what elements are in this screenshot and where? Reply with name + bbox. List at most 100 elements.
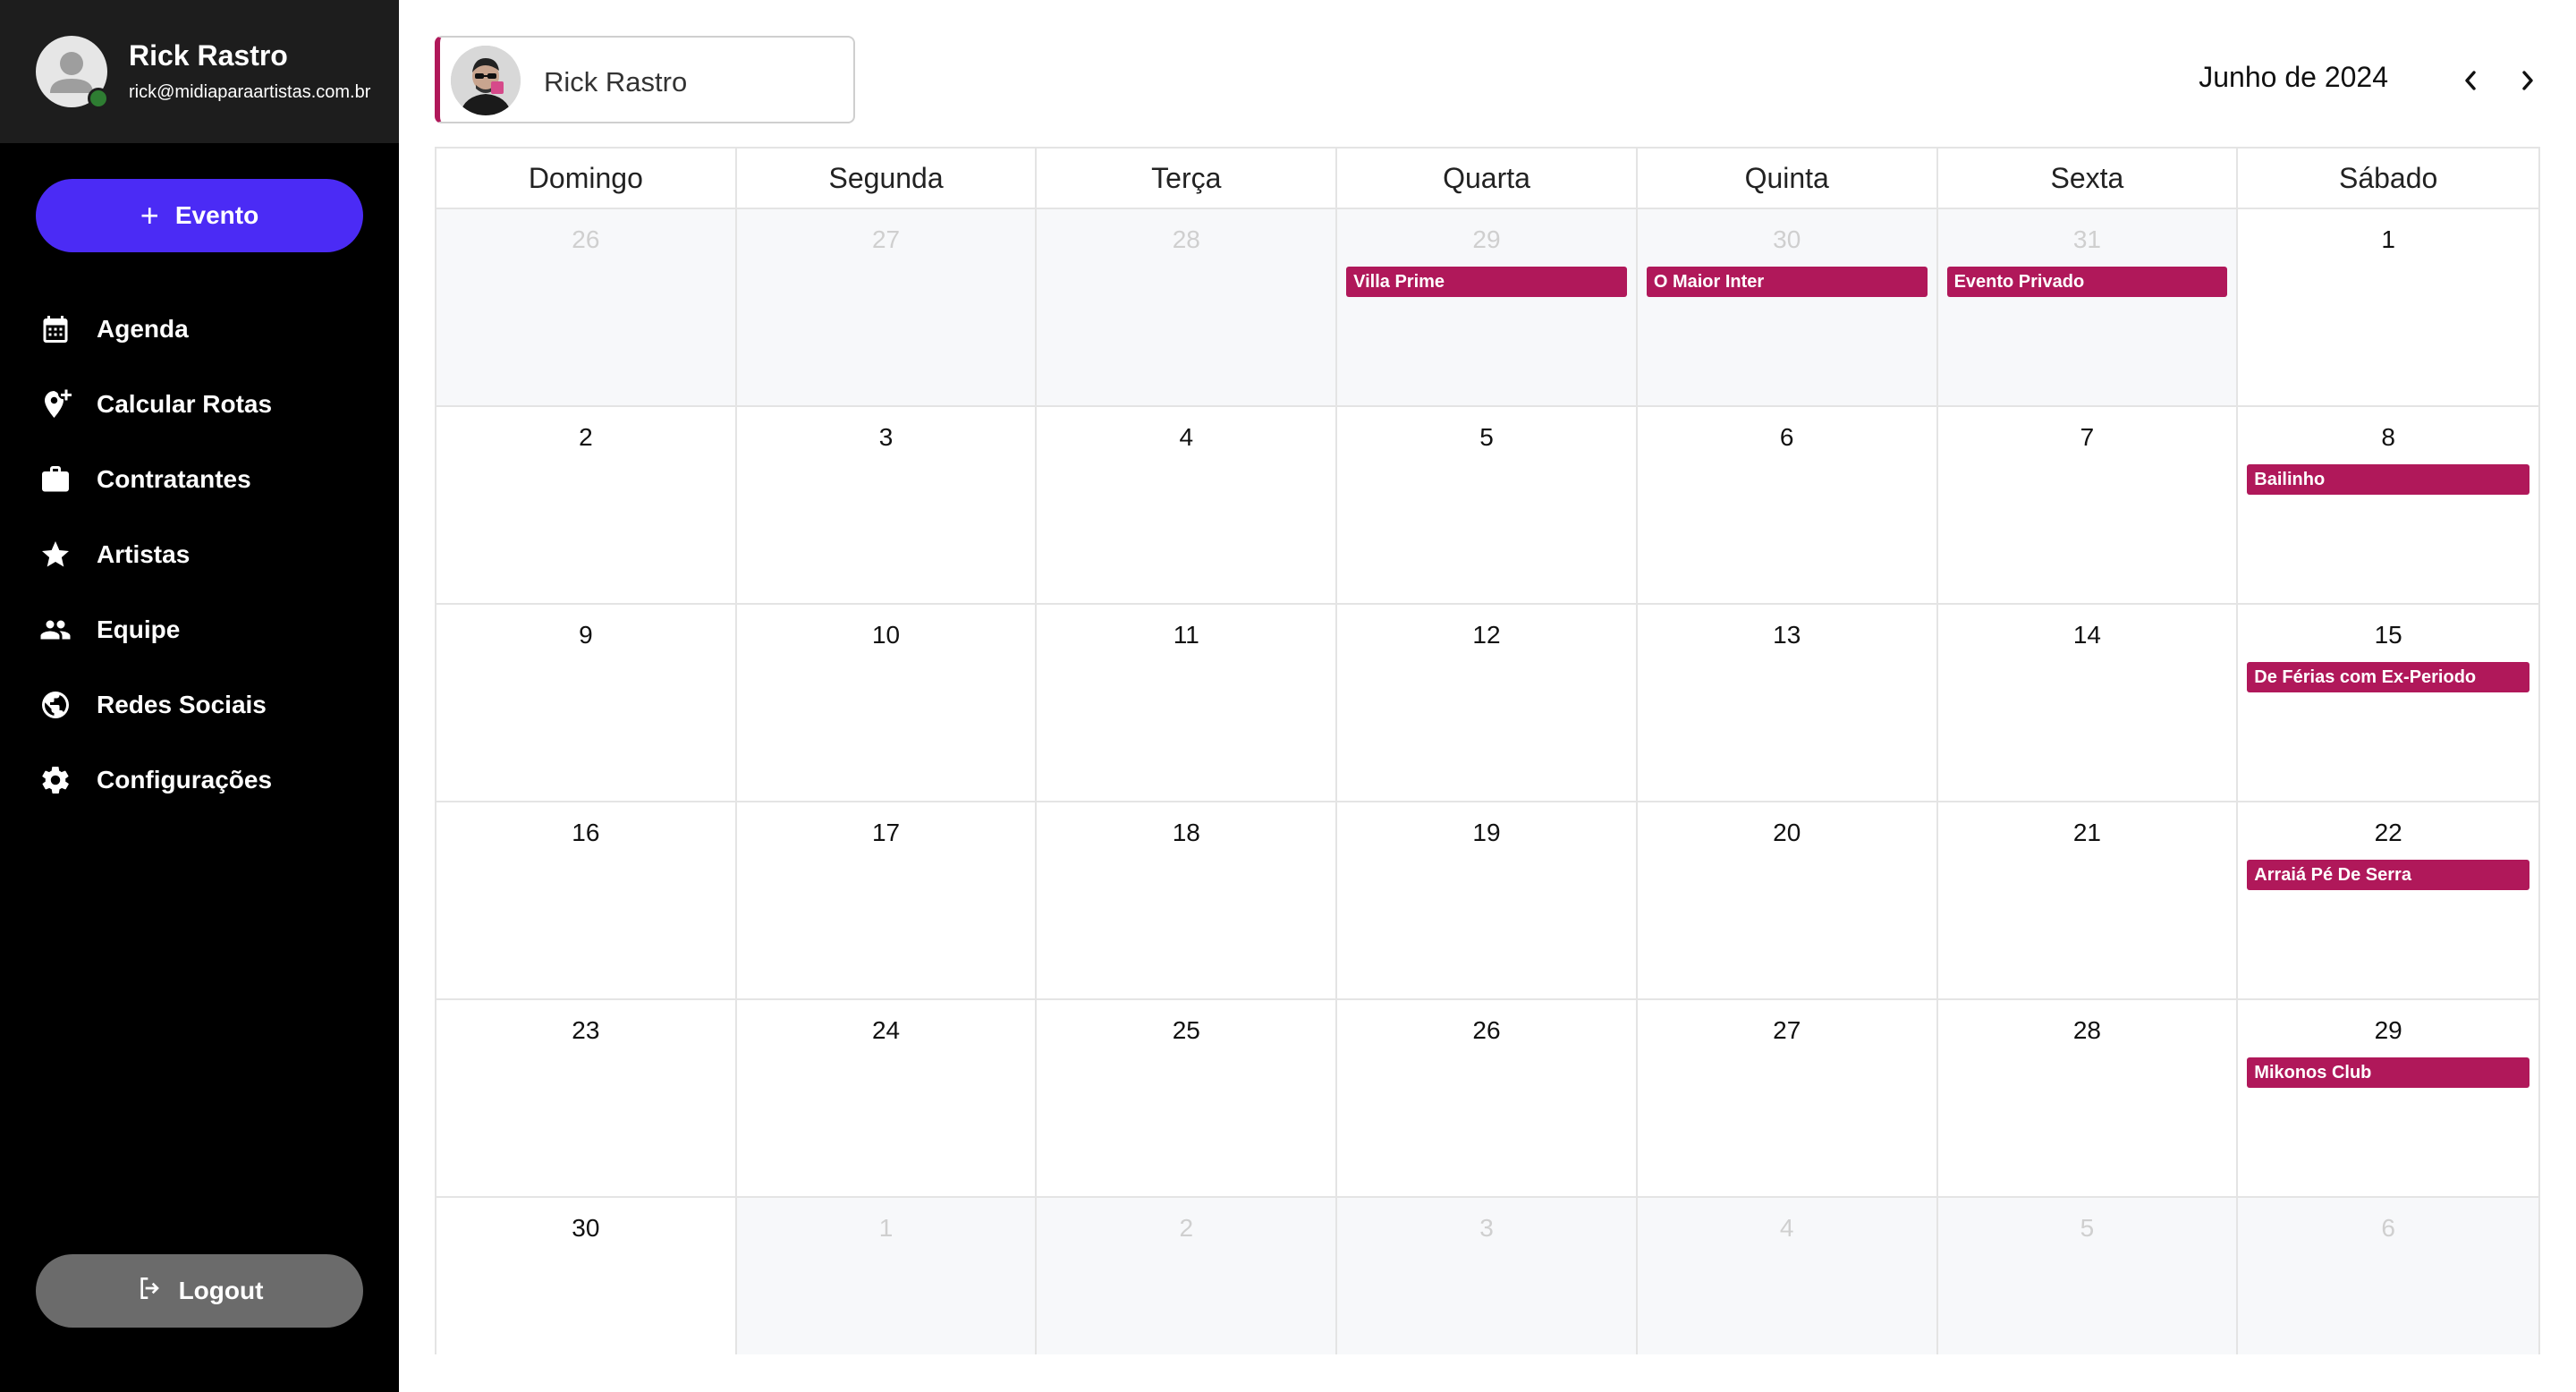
calendar-day-cell[interactable]: 29 Mikonos Club	[2238, 1000, 2538, 1198]
day-number: 30	[1773, 225, 1801, 253]
calendar-day-cell[interactable]: 21	[1937, 802, 2239, 1000]
calendar-day-cell[interactable]: 6	[1637, 407, 1938, 605]
sidebar-item-contratantes[interactable]: Contratantes	[0, 442, 399, 517]
day-number: 5	[2080, 1214, 2095, 1242]
previous-month-button[interactable]	[2453, 61, 2488, 100]
globe-icon	[36, 685, 75, 725]
calendar-day-cell[interactable]: 25	[1037, 1000, 1338, 1198]
new-event-label: Evento	[174, 201, 259, 229]
calendar-day-cell[interactable]: 26	[436, 209, 737, 407]
calendar-day-cell[interactable]: 1	[2238, 209, 2538, 407]
day-number: 31	[2072, 225, 2101, 253]
weekday-label: Sábado	[2338, 161, 2438, 194]
day-number: 1	[878, 1214, 894, 1242]
calendar-day-cell[interactable]: 24	[736, 1000, 1038, 1198]
day-number: 27	[1773, 1016, 1801, 1044]
calendar-event[interactable]: Mikonos Club	[2247, 1057, 2529, 1088]
calendar-day-cell[interactable]: 18	[1037, 802, 1338, 1000]
calendar-day-cell[interactable]: 9	[436, 605, 737, 802]
calendar-day-cell[interactable]: 26	[1337, 1000, 1638, 1198]
day-number: 30	[572, 1214, 600, 1242]
star-icon	[36, 535, 75, 574]
weekday-label: Terça	[1037, 149, 1338, 208]
calendar-day-cell[interactable]: 12	[1337, 605, 1638, 802]
calendar-event[interactable]: De Férias com Ex-Periodo	[2247, 662, 2529, 692]
chevron-right-icon	[2522, 71, 2533, 90]
sidebar-item-artistas[interactable]: Artistas	[0, 517, 399, 592]
calendar-day-cell[interactable]: 27	[1637, 1000, 1938, 1198]
day-number: 19	[1472, 819, 1501, 846]
calendar-day-cell[interactable]: 16	[436, 802, 737, 1000]
calendar-day-cell[interactable]: 4	[1037, 407, 1338, 605]
user-email: rick@midiaparaartistas.com.br	[129, 82, 371, 102]
calendar-day-cell[interactable]: 11	[1037, 605, 1338, 802]
calendar-day-cell[interactable]: 5	[1337, 407, 1638, 605]
calendar-day-cell[interactable]: 14	[1937, 605, 2239, 802]
briefcase-icon	[36, 460, 75, 499]
calendar-day-cell[interactable]: 10	[736, 605, 1038, 802]
calendar-day-cell[interactable]: 2	[436, 407, 737, 605]
calendar-day-cell[interactable]: 3	[1337, 1198, 1638, 1354]
artist-avatar-icon	[451, 46, 521, 115]
sidebar-item-configuracoes[interactable]: Configurações	[0, 743, 399, 818]
calendar-day-cell[interactable]: 27	[736, 209, 1038, 407]
day-number: 22	[2374, 819, 2402, 846]
day-number: 27	[871, 225, 901, 253]
calendar-day-cell[interactable]: 6	[2238, 1198, 2538, 1354]
online-status-badge	[88, 88, 109, 109]
calendar-day-cell[interactable]: 13	[1637, 605, 1938, 802]
calendar-day-cell[interactable]: 17	[736, 802, 1038, 1000]
people-icon	[36, 610, 75, 649]
sidebar-item-agenda[interactable]: Agenda	[0, 292, 399, 367]
calendar-day-cell[interactable]: 23	[436, 1000, 737, 1198]
calendar-day-cell[interactable]: 22 Arraiá Pé De Serra	[2238, 802, 2538, 1000]
artist-selector[interactable]: Rick Rastro	[435, 36, 855, 123]
calendar-event[interactable]: O Maior Inter	[1646, 267, 1928, 297]
day-number: 23	[572, 1016, 600, 1044]
day-number: 2	[579, 423, 593, 451]
logout-button[interactable]: Logout	[36, 1254, 363, 1328]
next-month-button[interactable]	[2510, 61, 2546, 100]
new-event-button[interactable]: + Evento	[36, 179, 363, 252]
sidebar-item-equipe[interactable]: Equipe	[0, 592, 399, 667]
calendar-day-cell[interactable]: 30 O Maior Inter	[1637, 209, 1938, 407]
day-number: 21	[2072, 819, 2101, 846]
calendar-event[interactable]: Evento Privado	[1946, 267, 2228, 297]
day-number: 2	[1179, 1214, 1194, 1242]
calendar-day-cell[interactable]: 7	[1937, 407, 2239, 605]
calendar-day-cell[interactable]: 19	[1337, 802, 1638, 1000]
day-number: 28	[2072, 1016, 2101, 1044]
day-number: 11	[1173, 621, 1199, 649]
sidebar-item-calcular-rotas[interactable]: Calcular Rotas	[0, 367, 399, 442]
sidebar-item-label: Configurações	[97, 766, 273, 794]
calendar: Domingo Segunda Terça Quarta Quinta Sext…	[435, 147, 2540, 1354]
calendar-day-cell[interactable]: 5	[1937, 1198, 2239, 1354]
weekday-header: Domingo Segunda Terça Quarta Quinta Sext…	[436, 149, 2538, 209]
calendar-day-cell[interactable]: 31 Evento Privado	[1937, 209, 2239, 407]
weekday-label: Segunda	[737, 149, 1038, 208]
day-number: 13	[1773, 621, 1801, 649]
calendar-event[interactable]: Bailinho	[2247, 464, 2529, 495]
calendar-day-cell[interactable]: 28	[1037, 209, 1338, 407]
calendar-day-cell[interactable]: 8 Bailinho	[2238, 407, 2538, 605]
calendar-day-cell[interactable]: 3	[736, 407, 1038, 605]
calendar-event[interactable]: Villa Prime	[1346, 267, 1627, 297]
day-number: 8	[2381, 423, 2395, 451]
sidebar-nav: Agenda Calcular Rotas Contratantes Artis…	[0, 292, 399, 818]
sidebar-item-label: Agenda	[97, 315, 189, 343]
day-number: 18	[1172, 819, 1200, 846]
calendar-day-cell[interactable]: 20	[1637, 802, 1938, 1000]
calendar-day-cell[interactable]: 15 De Férias com Ex-Periodo	[2238, 605, 2538, 802]
day-number: 14	[2072, 621, 2101, 649]
sidebar-item-label: Redes Sociais	[97, 691, 267, 718]
calendar-day-cell[interactable]: 2	[1037, 1198, 1338, 1354]
calendar-day-cell[interactable]: 30	[436, 1198, 737, 1354]
day-number: 3	[878, 423, 894, 451]
calendar-day-cell[interactable]: 28	[1937, 1000, 2239, 1198]
sidebar-item-label: Equipe	[97, 615, 181, 643]
calendar-day-cell[interactable]: 4	[1637, 1198, 1938, 1354]
calendar-day-cell[interactable]: 1	[736, 1198, 1038, 1354]
calendar-event[interactable]: Arraiá Pé De Serra	[2247, 860, 2529, 890]
calendar-day-cell[interactable]: 29 Villa Prime	[1337, 209, 1638, 407]
sidebar-item-redes-sociais[interactable]: Redes Sociais	[0, 667, 399, 743]
